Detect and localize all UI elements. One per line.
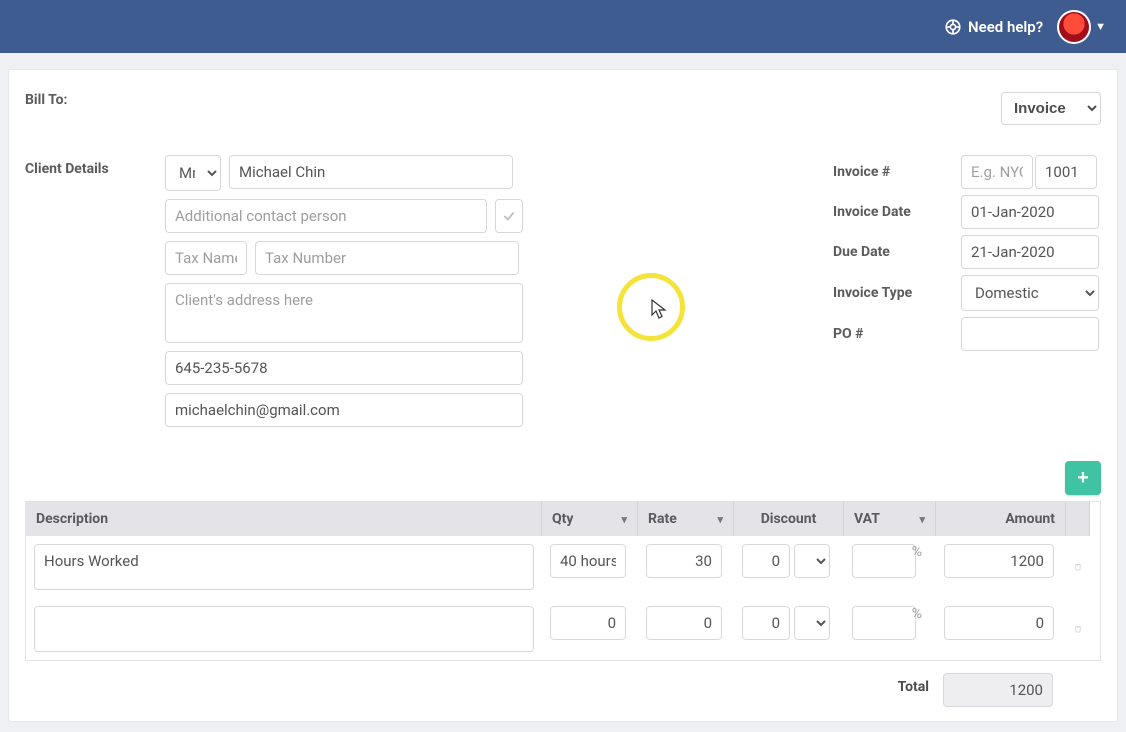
document-type-select[interactable]: Invoice bbox=[1001, 92, 1101, 125]
discount-input[interactable] bbox=[742, 606, 790, 640]
col-amount: Amount bbox=[936, 502, 1066, 536]
percent-icon: % bbox=[912, 606, 922, 622]
avatar-icon bbox=[1057, 10, 1091, 44]
discount-input[interactable] bbox=[742, 544, 790, 578]
invoice-date-label: Invoice Date bbox=[833, 204, 953, 220]
qty-input[interactable] bbox=[550, 544, 626, 578]
user-menu[interactable]: ▼ bbox=[1057, 10, 1106, 44]
col-rate[interactable]: Rate▾ bbox=[638, 502, 734, 536]
title-select[interactable]: Mr. bbox=[165, 155, 221, 191]
chevron-down-icon: ▾ bbox=[621, 513, 627, 526]
tax-number-input[interactable] bbox=[255, 241, 519, 275]
bill-to-label: Bill To: bbox=[25, 92, 68, 108]
amount-output bbox=[944, 544, 1054, 578]
qty-input[interactable] bbox=[550, 606, 626, 640]
desc-input[interactable] bbox=[34, 544, 534, 590]
col-discount: Discount bbox=[734, 502, 844, 536]
po-input[interactable] bbox=[961, 317, 1099, 351]
chevron-down-icon: ▼ bbox=[1095, 20, 1106, 33]
invoice-num-label: Invoice # bbox=[833, 164, 953, 180]
check-icon bbox=[502, 209, 516, 223]
col-actions bbox=[1066, 502, 1090, 536]
invoice-type-label: Invoice Type bbox=[833, 285, 953, 301]
discount-unit-select[interactable]: # bbox=[794, 606, 830, 640]
chevron-down-icon: ▾ bbox=[717, 513, 723, 526]
plus-icon: + bbox=[1077, 467, 1089, 489]
add-row-button[interactable]: + bbox=[1065, 461, 1101, 495]
col-vat[interactable]: VAT▾ bbox=[844, 502, 936, 536]
desc-input[interactable] bbox=[34, 606, 534, 652]
vat-input[interactable] bbox=[852, 544, 916, 578]
email-input[interactable] bbox=[165, 393, 523, 427]
trash-icon[interactable] bbox=[1074, 559, 1082, 575]
col-qty[interactable]: Qty▾ bbox=[542, 502, 638, 536]
confirm-contact-button[interactable] bbox=[495, 199, 523, 233]
discount-unit-select[interactable]: # bbox=[794, 544, 830, 578]
invoice-num-suffix-input[interactable] bbox=[1035, 155, 1097, 189]
address-input[interactable] bbox=[165, 283, 523, 343]
total-label: Total bbox=[843, 669, 935, 711]
rate-input[interactable] bbox=[646, 606, 722, 640]
tax-name-input[interactable] bbox=[165, 241, 247, 275]
help-icon bbox=[944, 18, 962, 36]
additional-contact-input[interactable] bbox=[165, 199, 487, 233]
total-output bbox=[943, 673, 1053, 707]
rate-input[interactable] bbox=[646, 544, 722, 578]
trash-icon[interactable] bbox=[1074, 621, 1082, 637]
percent-icon: % bbox=[912, 544, 922, 560]
due-date-label: Due Date bbox=[833, 244, 953, 260]
invoice-num-prefix-input[interactable] bbox=[961, 155, 1033, 189]
due-date-input[interactable] bbox=[961, 235, 1099, 269]
chevron-down-icon: ▾ bbox=[919, 513, 925, 526]
client-details-label: Client Details bbox=[25, 155, 135, 427]
invoice-date-input[interactable] bbox=[961, 195, 1099, 229]
need-help-link[interactable]: Need help? bbox=[944, 18, 1043, 36]
vat-input[interactable] bbox=[852, 606, 916, 640]
phone-input[interactable] bbox=[165, 351, 523, 385]
need-help-label: Need help? bbox=[968, 18, 1043, 36]
client-name-input[interactable] bbox=[229, 155, 513, 189]
amount-output bbox=[944, 606, 1054, 640]
invoice-type-select[interactable]: Domestic bbox=[961, 275, 1099, 311]
po-label: PO # bbox=[833, 326, 953, 342]
col-description: Description bbox=[26, 502, 542, 536]
